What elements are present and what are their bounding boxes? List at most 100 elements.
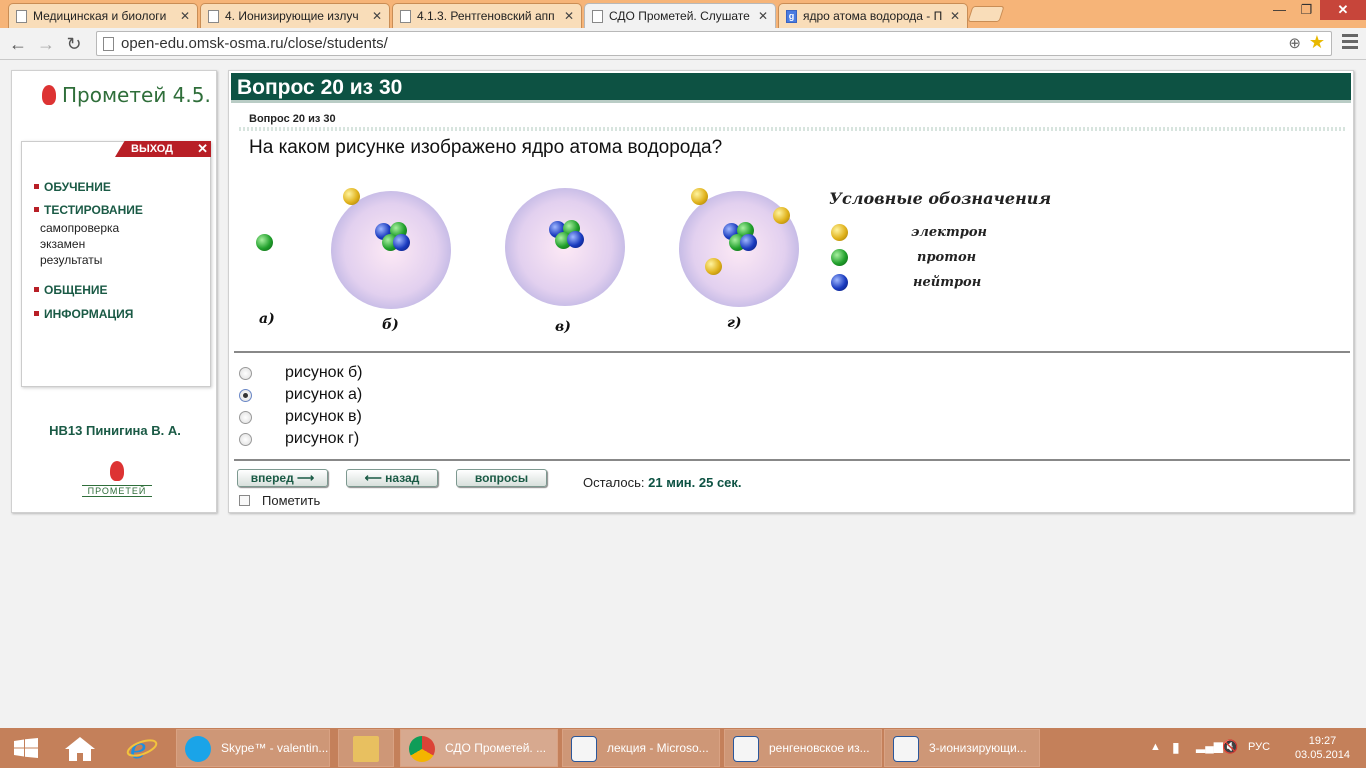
answer-option-selected[interactable]: рисунок а) (239, 386, 639, 408)
sidebar: Прометей 4.5. ВЫХОД ✕ ОБУЧЕНИЕ ТЕСТИРОВАН… (11, 70, 217, 513)
page-icon (400, 10, 411, 23)
answer-label: рисунок а) (285, 386, 363, 403)
back-button[interactable]: ⟵ назад (346, 469, 438, 487)
answer-option[interactable]: рисунок г) (239, 430, 639, 452)
legend-neutron-label: нейтрон (913, 275, 982, 290)
new-tab-button[interactable] (967, 6, 1005, 22)
answer-option[interactable]: рисунок б) (239, 364, 639, 386)
tray-expand-icon[interactable]: ▲ (1150, 741, 1161, 753)
exit-label: ВЫХОД (131, 143, 174, 155)
taskbar-item-skype[interactable]: Skype™ - valentin... (176, 729, 330, 767)
answer-radio[interactable] (239, 367, 252, 380)
language-indicator[interactable]: РУС (1248, 741, 1270, 753)
signal-icon[interactable]: ▂▄▆ (1196, 739, 1223, 753)
zoom-icon[interactable]: ⊕ (1288, 34, 1301, 52)
menu-item-information[interactable]: ИНФОРМАЦИЯ (34, 307, 133, 321)
answer-label: рисунок г) (285, 430, 360, 447)
menu-subitem-selfcheck[interactable]: самопроверка (40, 221, 119, 235)
exit-button[interactable]: ВЫХОД ✕ (115, 141, 211, 157)
window-controls: — ❐ ✕ (1266, 0, 1366, 22)
bookmark-star-icon[interactable]: ★ (1309, 32, 1325, 53)
chrome-icon (409, 736, 435, 762)
reload-icon[interactable]: ↻ (62, 32, 86, 56)
battery-icon[interactable]: ▮ (1172, 739, 1180, 756)
taskbar-item-explorer[interactable] (338, 729, 394, 767)
system-tray: ▲ ▮ ▂▄▆ 🔇 РУС 19:27 03.05.2014 (1146, 728, 1366, 768)
tab-close-icon[interactable]: ✕ (564, 9, 574, 23)
menu-subitem-exam[interactable]: экзамен (40, 237, 85, 251)
minimize-button[interactable]: — (1266, 0, 1293, 20)
logo: Прометей 4.5. (42, 83, 211, 107)
answer-radio[interactable] (239, 433, 252, 446)
proton (256, 234, 273, 251)
clock[interactable]: 19:27 03.05.2014 (1295, 734, 1350, 762)
flame-icon (110, 461, 124, 481)
legend-electron-label: электрон (911, 225, 987, 240)
tab-label: СДО Прометей. Слушате (609, 9, 750, 23)
legend-electron-swatch (831, 224, 848, 241)
word-icon (733, 736, 759, 762)
mark-option[interactable]: Пометить (239, 493, 320, 508)
time-remaining: Осталось: 21 мин. 25 сек. (583, 475, 742, 490)
browser-tab[interactable]: Медицинская и биологи ✕ (8, 3, 198, 28)
internet-explorer-icon[interactable]: e (126, 732, 158, 765)
neutron (567, 231, 584, 248)
taskbar-item-label: лекция - Microso... (607, 741, 709, 755)
neutron (740, 234, 757, 251)
subheader-rule (239, 127, 1347, 131)
figure-label-b: б) (382, 317, 399, 333)
back-arrow-icon[interactable]: ← (6, 32, 30, 56)
tab-close-icon[interactable]: ✕ (180, 9, 190, 23)
maximize-button[interactable]: ❐ (1293, 0, 1320, 20)
taskbar-item-word-2[interactable]: ренгеновское из... (724, 729, 882, 767)
desktop-home-icon[interactable] (64, 736, 96, 762)
figure-label-v: в) (555, 319, 571, 335)
address-bar[interactable]: open-edu.omsk-osma.ru/close/students/ ⊕ … (96, 31, 1332, 56)
question-text: На каком рисунке изображено ядро атома в… (249, 137, 723, 158)
taskbar-item-chrome[interactable]: СДО Прометей. ... (400, 729, 558, 767)
time-remaining-value: 21 мин. 25 сек. (648, 475, 742, 490)
small-logo: ПРОМЕТЕЙ (82, 461, 152, 501)
clock-date: 03.05.2014 (1294, 749, 1350, 761)
electron (343, 188, 360, 205)
answer-radio-selected[interactable] (239, 389, 252, 402)
figure-label-a: а) (259, 311, 275, 327)
menu-subitem-results[interactable]: результаты (40, 253, 102, 267)
tab-close-icon[interactable]: ✕ (372, 9, 382, 23)
volume-muted-icon[interactable]: 🔇 (1222, 739, 1238, 755)
time-remaining-label: Осталось: (583, 475, 645, 490)
tab-strip: Медицинская и биологи ✕ 4. Ионизирующие … (0, 0, 1366, 28)
svg-text:e: e (130, 734, 147, 762)
neutron (393, 234, 410, 251)
menu-item-learning[interactable]: ОБУЧЕНИЕ (34, 180, 111, 194)
skype-icon (185, 736, 211, 762)
menu-item-communication[interactable]: ОБЩЕНИЕ (34, 283, 108, 297)
browser-tab[interactable]: 4.1.3. Рентгеновский апп ✕ (392, 3, 582, 28)
forward-arrow-icon[interactable]: → (34, 32, 58, 56)
taskbar-item-word-3[interactable]: 3-ионизирующи... (884, 729, 1040, 767)
page: Прометей 4.5. ВЫХОД ✕ ОБУЧЕНИЕ ТЕСТИРОВАН… (0, 61, 1366, 728)
question-panel: Вопрос 20 из 30 Вопрос 20 из 30 На каком… (228, 70, 1354, 513)
windows-start-icon[interactable] (14, 738, 38, 758)
browser-tab-active[interactable]: СДО Прометей. Слушате ✕ (584, 3, 776, 28)
tab-label: 4. Ионизирующие излуч (225, 9, 359, 23)
taskbar-item-word-1[interactable]: лекция - Microso... (562, 729, 720, 767)
menu-icon[interactable] (1342, 34, 1358, 52)
tab-close-icon[interactable]: ✕ (950, 9, 960, 23)
answer-radio[interactable] (239, 411, 252, 424)
answer-option[interactable]: рисунок в) (239, 408, 639, 430)
menu-box: ВЫХОД ✕ ОБУЧЕНИЕ ТЕСТИРОВАНИЕ самопроверк… (21, 141, 211, 387)
browser-tab[interactable]: g ядро атома водорода - П ✕ (778, 3, 968, 28)
browser-tab[interactable]: 4. Ионизирующие излуч ✕ (200, 3, 390, 28)
tab-label: 4.1.3. Рентгеновский апп (417, 9, 555, 23)
questions-button[interactable]: вопросы (456, 469, 547, 487)
taskbar: e Skype™ - valentin... СДО Прометей. ...… (0, 728, 1366, 768)
close-window-button[interactable]: ✕ (1320, 0, 1366, 20)
tab-close-icon[interactable]: ✕ (758, 9, 768, 23)
clock-time: 19:27 (1308, 735, 1337, 747)
google-icon: g (786, 10, 797, 23)
menu-item-testing[interactable]: ТЕСТИРОВАНИЕ (34, 203, 143, 217)
forward-button[interactable]: вперед ⟶ (237, 469, 328, 487)
question-figure: а) б) в) г) Условные обозначения электро… (249, 179, 1069, 339)
mark-checkbox[interactable] (239, 495, 250, 506)
